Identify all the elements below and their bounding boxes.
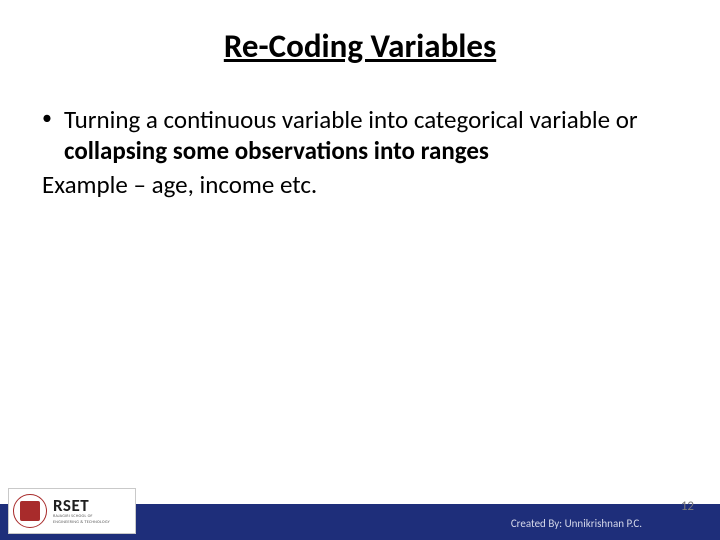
bullet-pre: Turning a continuous variable into categ… <box>64 104 638 135</box>
logo-block: RSET RAJAGIRI SCHOOL OF ENGINEERING & TE… <box>8 488 136 534</box>
logo-main: RSET <box>53 497 110 514</box>
slide: Re-Coding Variables • Turning a continuo… <box>0 0 720 540</box>
page-number: 12 <box>681 499 694 514</box>
footer: RSET RAJAGIRI SCHOOL OF ENGINEERING & TE… <box>0 486 720 540</box>
credit-text: Created By: Unnikrishnan P.C. <box>511 517 642 530</box>
bullet-text: Turning a continuous variable into categ… <box>64 104 684 167</box>
bullet-bold: collapsing some observations into ranges <box>64 135 489 166</box>
slide-title: Re-Coding Variables <box>36 26 684 66</box>
slide-content: • Turning a continuous variable into cat… <box>36 104 684 200</box>
logo-text: RSET RAJAGIRI SCHOOL OF ENGINEERING & TE… <box>53 497 110 524</box>
logo-emblem-icon <box>13 494 47 528</box>
example-text: Example – age, income etc. <box>42 169 684 200</box>
bullet-marker: • <box>42 104 64 133</box>
logo-sub2: ENGINEERING & TECHNOLOGY <box>53 521 110 525</box>
logo-sub1: RAJAGIRI SCHOOL OF <box>53 515 110 519</box>
bullet-item: • Turning a continuous variable into cat… <box>42 104 684 167</box>
